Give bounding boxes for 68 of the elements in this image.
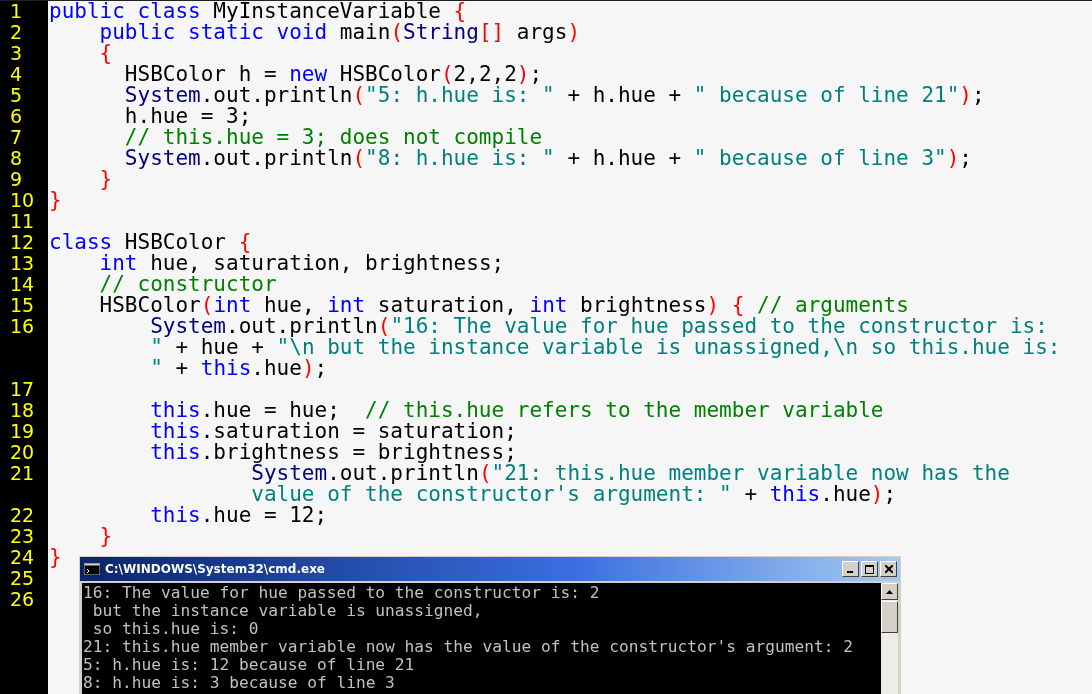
window-title: C:\WINDOWS\System32\cmd.exe (105, 562, 326, 576)
code-line: class HSBColor { (48, 232, 252, 253)
line-number: 16 (9, 316, 35, 337)
code-line: System.out.println("16: The value for hue passed to the constructor is: (149, 316, 1048, 337)
code-line: this.hue = hue; // this.hue refers to the member variable (149, 400, 884, 421)
code-line: } (48, 547, 62, 568)
line-number: 2 (9, 22, 23, 43)
line-number: 14 (9, 274, 35, 295)
maximize-icon (865, 564, 874, 574)
console-icon (84, 563, 100, 575)
scroll-up-button[interactable] (881, 583, 898, 600)
code-line: } (98, 526, 113, 547)
line-number: 22 (9, 505, 35, 526)
line-number: 26 (9, 589, 35, 610)
code-line: { (98, 43, 113, 64)
line-number: 15 (9, 295, 35, 316)
line-number: 5 (9, 85, 23, 106)
console-line: but the instance variable is unassigned, (91, 602, 483, 620)
console-line: 8: h.hue is: 3 because of line 3 (83, 674, 395, 692)
close-button[interactable] (880, 561, 897, 577)
line-number: 10 (9, 190, 35, 211)
line-number: 8 (9, 148, 23, 169)
line-number: 21 (9, 463, 35, 484)
code-line: " + this.hue); (149, 358, 328, 379)
line-number: 4 (9, 64, 23, 85)
line-number: 25 (9, 568, 35, 589)
code-line: System.out.println("8: h.hue is: " + h.hue + " because of line 3"); (123, 148, 972, 169)
code-line: int hue, saturation, brightness; (98, 253, 505, 274)
console-line: 5: h.hue is: 12 because of line 21 (83, 656, 415, 674)
code-line: } (48, 190, 62, 211)
code-line: " + hue + "\n but the instance variable is unassigned,\n so this.hue is: (149, 337, 1061, 358)
code-line: // constructor (98, 274, 277, 295)
console-line: 21: this.hue member variable now has the value of the constructor's argument: 2 (83, 638, 853, 656)
line-number: 7 (9, 127, 23, 148)
scrollbar[interactable] (881, 583, 898, 694)
code-line: this.saturation = saturation; (149, 421, 517, 442)
line-number: 19 (9, 421, 35, 442)
code-line: HSBColor h = new HSBColor(2,2,2); (123, 64, 543, 85)
line-number: 23 (9, 526, 35, 547)
code-line: System.out.println("21: this.hue member variable now has the (251, 463, 1010, 484)
code-line: // this.hue = 3; does not compile (123, 127, 543, 148)
close-icon (884, 565, 893, 573)
maximize-button[interactable] (861, 561, 878, 577)
line-number: 1 (9, 1, 23, 22)
code-line: this.brightness = brightness; (149, 442, 517, 463)
line-number: 24 (9, 547, 35, 568)
up-arrow-icon (886, 589, 893, 594)
line-number: 13 (9, 253, 35, 274)
scroll-thumb[interactable] (881, 601, 898, 633)
code-line: HSBColor(int hue, int saturation, int brightness) { // arguments (98, 295, 909, 316)
code-line: public static void main(String[] args) (99, 22, 581, 43)
code-line: } (98, 169, 113, 190)
console-line: 16: The value for hue passed to the constructor is: 2 (83, 584, 600, 602)
code-line: public class MyInstanceVariable { (48, 1, 467, 22)
console-line: so this.hue is: 0 (91, 620, 259, 638)
code-line: this.hue = 12; (149, 505, 328, 526)
code-line: h.hue = 3; (123, 106, 252, 127)
line-number: 20 (9, 442, 35, 463)
line-number: 17 (9, 379, 35, 400)
line-number: 11 (9, 211, 35, 232)
minimize-button[interactable] (842, 561, 859, 577)
line-number: 12 (9, 232, 35, 253)
code-line: value of the constructor's argument: " + this.hue); (250, 484, 897, 505)
line-number: 9 (9, 169, 23, 190)
line-number: 6 (9, 106, 23, 127)
line-number: 18 (9, 400, 35, 421)
code-line: System.out.println("5: h.hue is: " + h.hue + " because of line 21"); (123, 85, 985, 106)
line-number: 3 (9, 43, 23, 64)
